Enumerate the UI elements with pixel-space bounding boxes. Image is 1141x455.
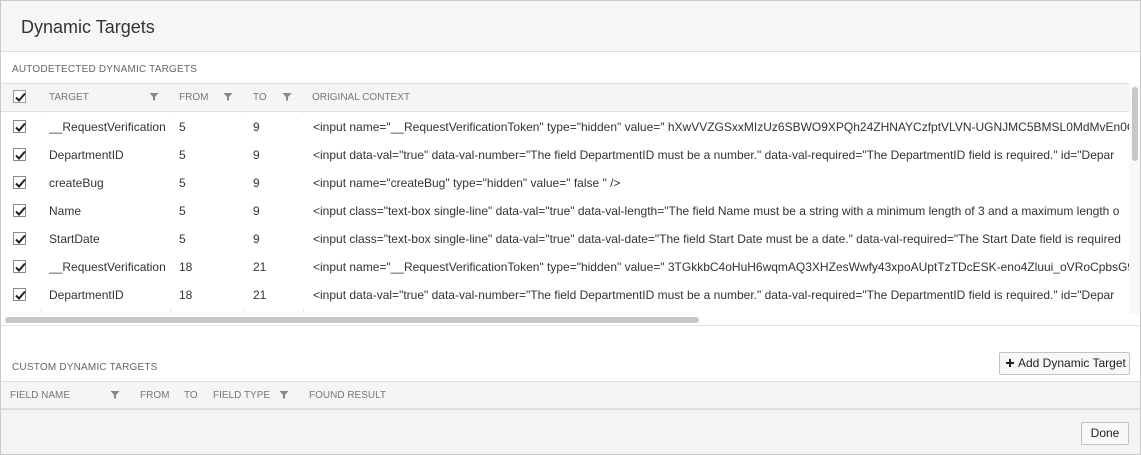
filter-icon[interactable] bbox=[282, 92, 292, 102]
column-header-field-type[interactable]: FIELD TYPE bbox=[213, 382, 270, 410]
from-cell: 18 bbox=[179, 260, 193, 274]
custom-section-label: CUSTOM DYNAMIC TARGETS bbox=[12, 362, 158, 373]
to-cell: 9 bbox=[253, 204, 260, 218]
custom-grid-header: FIELD NAME FROM TO FIELD TYPE FOUND RESU… bbox=[1, 381, 1140, 410]
filter-icon[interactable] bbox=[279, 390, 289, 400]
column-header-to[interactable]: TO bbox=[253, 84, 267, 112]
checkmark-icon bbox=[15, 206, 26, 216]
from-cell: 18 bbox=[179, 288, 193, 302]
select-all-checkbox[interactable] bbox=[13, 90, 26, 103]
row-checkbox[interactable] bbox=[13, 148, 26, 161]
checkmark-icon bbox=[15, 290, 26, 300]
filter-icon[interactable] bbox=[223, 92, 233, 102]
row-checkbox[interactable] bbox=[13, 120, 26, 133]
column-header-field-name[interactable]: FIELD NAME bbox=[10, 382, 70, 410]
to-cell: 9 bbox=[253, 176, 260, 190]
column-header-target[interactable]: TARGET bbox=[49, 84, 89, 112]
context-cell: <input name="__RequestVerificationToken"… bbox=[313, 120, 1129, 134]
row-checkbox[interactable] bbox=[13, 204, 26, 217]
filter-icon[interactable] bbox=[149, 92, 159, 102]
horizontal-scrollbar-thumb[interactable] bbox=[5, 317, 699, 323]
checkmark-icon bbox=[15, 262, 26, 272]
to-cell: 9 bbox=[253, 120, 260, 134]
context-cell: <input data-val="true" data-val-number="… bbox=[313, 288, 1115, 302]
target-cell: StartDate bbox=[49, 232, 100, 246]
plus-icon bbox=[1006, 359, 1014, 367]
column-header-to[interactable]: TO bbox=[184, 382, 198, 410]
target-cell: Name bbox=[49, 204, 82, 218]
from-cell: 5 bbox=[179, 232, 186, 246]
dialog-title: Dynamic Targets bbox=[21, 17, 155, 37]
column-header-found-result[interactable]: FOUND RESULT bbox=[309, 382, 386, 410]
row-checkbox[interactable] bbox=[13, 232, 26, 245]
from-cell: 5 bbox=[179, 120, 186, 134]
column-header-from[interactable]: FROM bbox=[179, 84, 208, 112]
add-dynamic-target-label: Add Dynamic Target bbox=[1018, 356, 1126, 370]
context-cell: <input name="createBug" type="hidden" va… bbox=[313, 176, 621, 190]
target-cell: DepartmentID bbox=[49, 148, 124, 162]
from-cell: 5 bbox=[179, 176, 186, 190]
checkmark-icon bbox=[15, 150, 26, 160]
dynamic-targets-dialog: Dynamic Targets AUTODETECTED DYNAMIC TAR… bbox=[0, 0, 1141, 455]
checkmark-icon bbox=[15, 178, 26, 188]
context-cell: <input class="text-box single-line" data… bbox=[313, 204, 1120, 218]
column-header-from[interactable]: FROM bbox=[140, 382, 169, 410]
filter-icon[interactable] bbox=[110, 390, 120, 400]
autodetected-section-label: AUTODETECTED DYNAMIC TARGETS bbox=[12, 64, 198, 75]
checkmark-icon bbox=[15, 122, 26, 132]
row-checkbox[interactable] bbox=[13, 260, 26, 273]
target-cell: createBug bbox=[49, 176, 104, 190]
table-row[interactable]: DepartmentID 5 9 <input data-val="true" … bbox=[1, 141, 1129, 169]
target-cell: DepartmentID bbox=[49, 288, 124, 302]
context-cell: <input class="text-box single-line" data… bbox=[313, 232, 1121, 246]
to-cell: 9 bbox=[253, 232, 260, 246]
row-checkbox[interactable] bbox=[13, 176, 26, 189]
done-button[interactable]: Done bbox=[1081, 422, 1129, 445]
to-cell: 9 bbox=[253, 148, 260, 162]
from-cell: 5 bbox=[179, 148, 186, 162]
from-cell: 5 bbox=[179, 204, 186, 218]
to-cell: 21 bbox=[253, 260, 267, 274]
table-row[interactable]: DepartmentID 18 21 <input data-val="true… bbox=[1, 281, 1129, 309]
checkmark-icon bbox=[15, 234, 26, 244]
dialog-footer: Done bbox=[1, 409, 1140, 454]
target-cell: __RequestVerificationToken bbox=[49, 260, 165, 274]
context-cell: <input name="__RequestVerificationToken"… bbox=[313, 260, 1129, 274]
table-row[interactable]: StartDate 5 9 <input class="text-box sin… bbox=[1, 225, 1129, 253]
dialog-titlebar: Dynamic Targets bbox=[1, 1, 1140, 52]
target-cell: __RequestVerificationToken bbox=[49, 120, 165, 134]
to-cell: 21 bbox=[253, 288, 267, 302]
table-row[interactable]: createBug 5 9 <input name="createBug" ty… bbox=[1, 169, 1129, 197]
column-header-original-context[interactable]: ORIGINAL CONTEXT bbox=[312, 84, 410, 112]
table-row[interactable]: __RequestVerificationToken 5 9 <input na… bbox=[1, 113, 1129, 141]
context-cell: <input data-val="true" data-val-number="… bbox=[313, 148, 1115, 162]
row-checkbox[interactable] bbox=[13, 288, 26, 301]
checkmark-icon bbox=[15, 92, 26, 102]
vertical-scrollbar-thumb[interactable] bbox=[1132, 87, 1138, 161]
table-row[interactable]: __RequestVerificationToken 18 21 <input … bbox=[1, 253, 1129, 281]
autodetected-grid-header: TARGET FROM TO ORIGINAL CONTEXT bbox=[1, 83, 1129, 112]
section-divider bbox=[1, 325, 1140, 326]
add-dynamic-target-button[interactable]: Add Dynamic Target bbox=[999, 352, 1130, 375]
table-row[interactable]: Name 5 9 <input class="text-box single-l… bbox=[1, 197, 1129, 225]
